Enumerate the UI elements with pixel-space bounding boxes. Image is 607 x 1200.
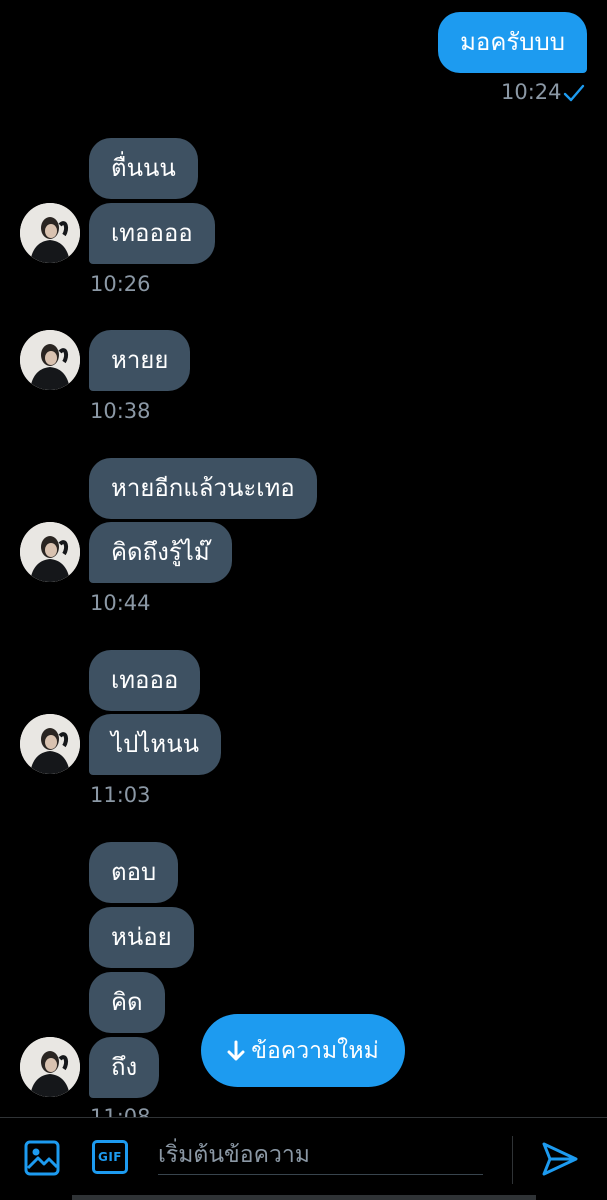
message-timestamp: 10:26 [90,272,151,296]
message-input[interactable]: เริ่มต้นข้อความ [158,1136,483,1175]
incoming-message-bubble[interactable]: คิด [89,972,165,1033]
incoming-message-bubble[interactable]: เทออออ [89,203,215,264]
incoming-message-bubble[interactable]: หน่อย [89,907,194,968]
system-nav-bar [72,1195,536,1200]
new-messages-button[interactable]: ข้อความใหม่ [201,1014,405,1087]
message-timestamp: 10:44 [90,591,151,615]
incoming-message-bubble[interactable]: คิดถึงรู้ไม๊ [89,522,232,583]
avatar[interactable] [20,714,80,774]
message-timestamp: 10:24 [501,80,562,104]
check-icon [563,84,585,102]
message-timestamp: 10:38 [90,399,151,423]
incoming-message-bubble[interactable]: หายอีกแล้วนะเทอ [89,458,317,519]
arrow-down-icon [227,1040,245,1060]
incoming-message-bubble[interactable]: หายย [89,330,191,391]
avatar[interactable] [20,203,80,263]
avatar[interactable] [20,522,80,582]
image-icon[interactable] [24,1140,60,1176]
avatar[interactable] [20,1037,80,1097]
message-timestamp: 11:03 [90,783,151,807]
incoming-message-bubble[interactable]: ไปไหนน [89,714,222,775]
new-messages-label: ข้อความใหม่ [251,1037,379,1064]
composer-divider [512,1136,513,1184]
avatar[interactable] [20,330,80,390]
incoming-message-bubble[interactable]: ถึง [89,1037,160,1098]
incoming-message-bubble[interactable]: ตื่นนน [89,138,198,199]
gif-label: GIF [97,1150,122,1164]
composer-bar: GIF เริ่มต้นข้อความ [0,1117,607,1200]
gif-icon[interactable]: GIF [92,1140,128,1174]
incoming-message-bubble[interactable]: ตอบ [89,842,179,903]
outgoing-message-bubble[interactable]: มอครับบบ [438,12,587,73]
incoming-message-bubble[interactable]: เทอออ [89,650,201,711]
send-icon[interactable] [541,1141,579,1177]
